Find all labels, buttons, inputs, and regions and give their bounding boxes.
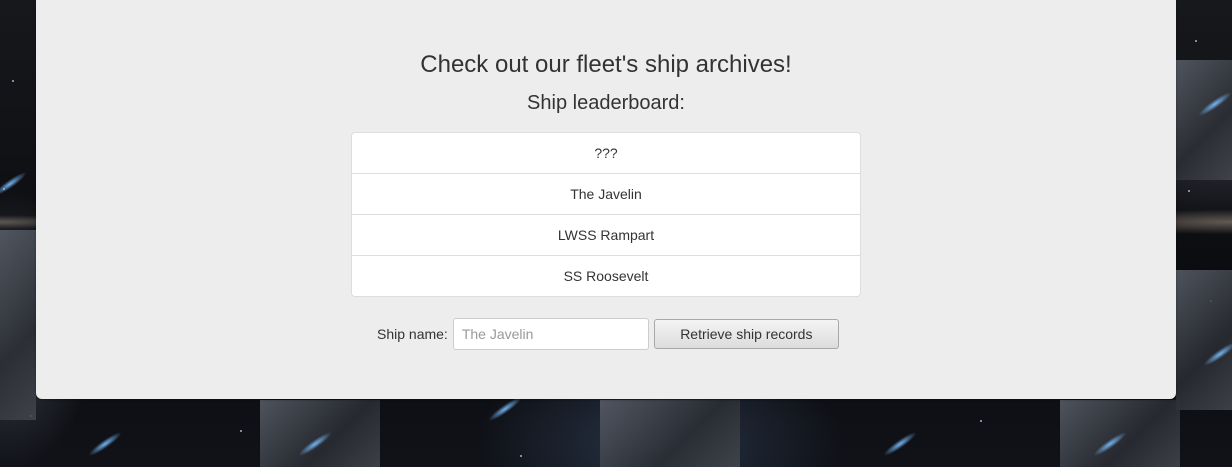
leaderboard-item: The Javelin bbox=[352, 173, 860, 214]
spaceship-hull-image bbox=[0, 230, 36, 420]
spaceship-hull-image bbox=[1176, 270, 1232, 410]
retrieve-records-button[interactable]: Retrieve ship records bbox=[653, 319, 839, 349]
leaderboard-item: LWSS Rampart bbox=[352, 214, 860, 255]
page-title: Check out our fleet's ship archives! bbox=[420, 51, 792, 78]
main-panel: Check out our fleet's ship archives! Shi… bbox=[36, 0, 1176, 399]
engine-glow bbox=[0, 169, 29, 199]
leaderboard-item: ??? bbox=[594, 145, 618, 161]
ship-name-label: Ship name: bbox=[377, 326, 448, 342]
engine-glow bbox=[881, 429, 919, 459]
spaceship-hull-image bbox=[260, 400, 380, 467]
star-decoration bbox=[980, 420, 982, 422]
engine-glow bbox=[86, 429, 124, 459]
star-decoration bbox=[520, 455, 522, 457]
ship-search-form: Ship name: Retrieve ship records bbox=[377, 317, 839, 351]
leaderboard-item: SS Roosevelt bbox=[352, 255, 860, 296]
star-decoration bbox=[12, 80, 14, 82]
spaceship-hull-image bbox=[1176, 60, 1232, 180]
star-decoration bbox=[240, 430, 242, 432]
star-decoration bbox=[1195, 40, 1197, 42]
spaceship-hull-image bbox=[600, 400, 740, 467]
leaderboard-heading: Ship leaderboard: bbox=[527, 92, 685, 114]
ship-name-input[interactable] bbox=[452, 318, 649, 350]
star-decoration bbox=[1188, 190, 1190, 192]
ship-leaderboard-list: ??? The Javelin LWSS Rampart SS Roosevel… bbox=[351, 132, 861, 297]
